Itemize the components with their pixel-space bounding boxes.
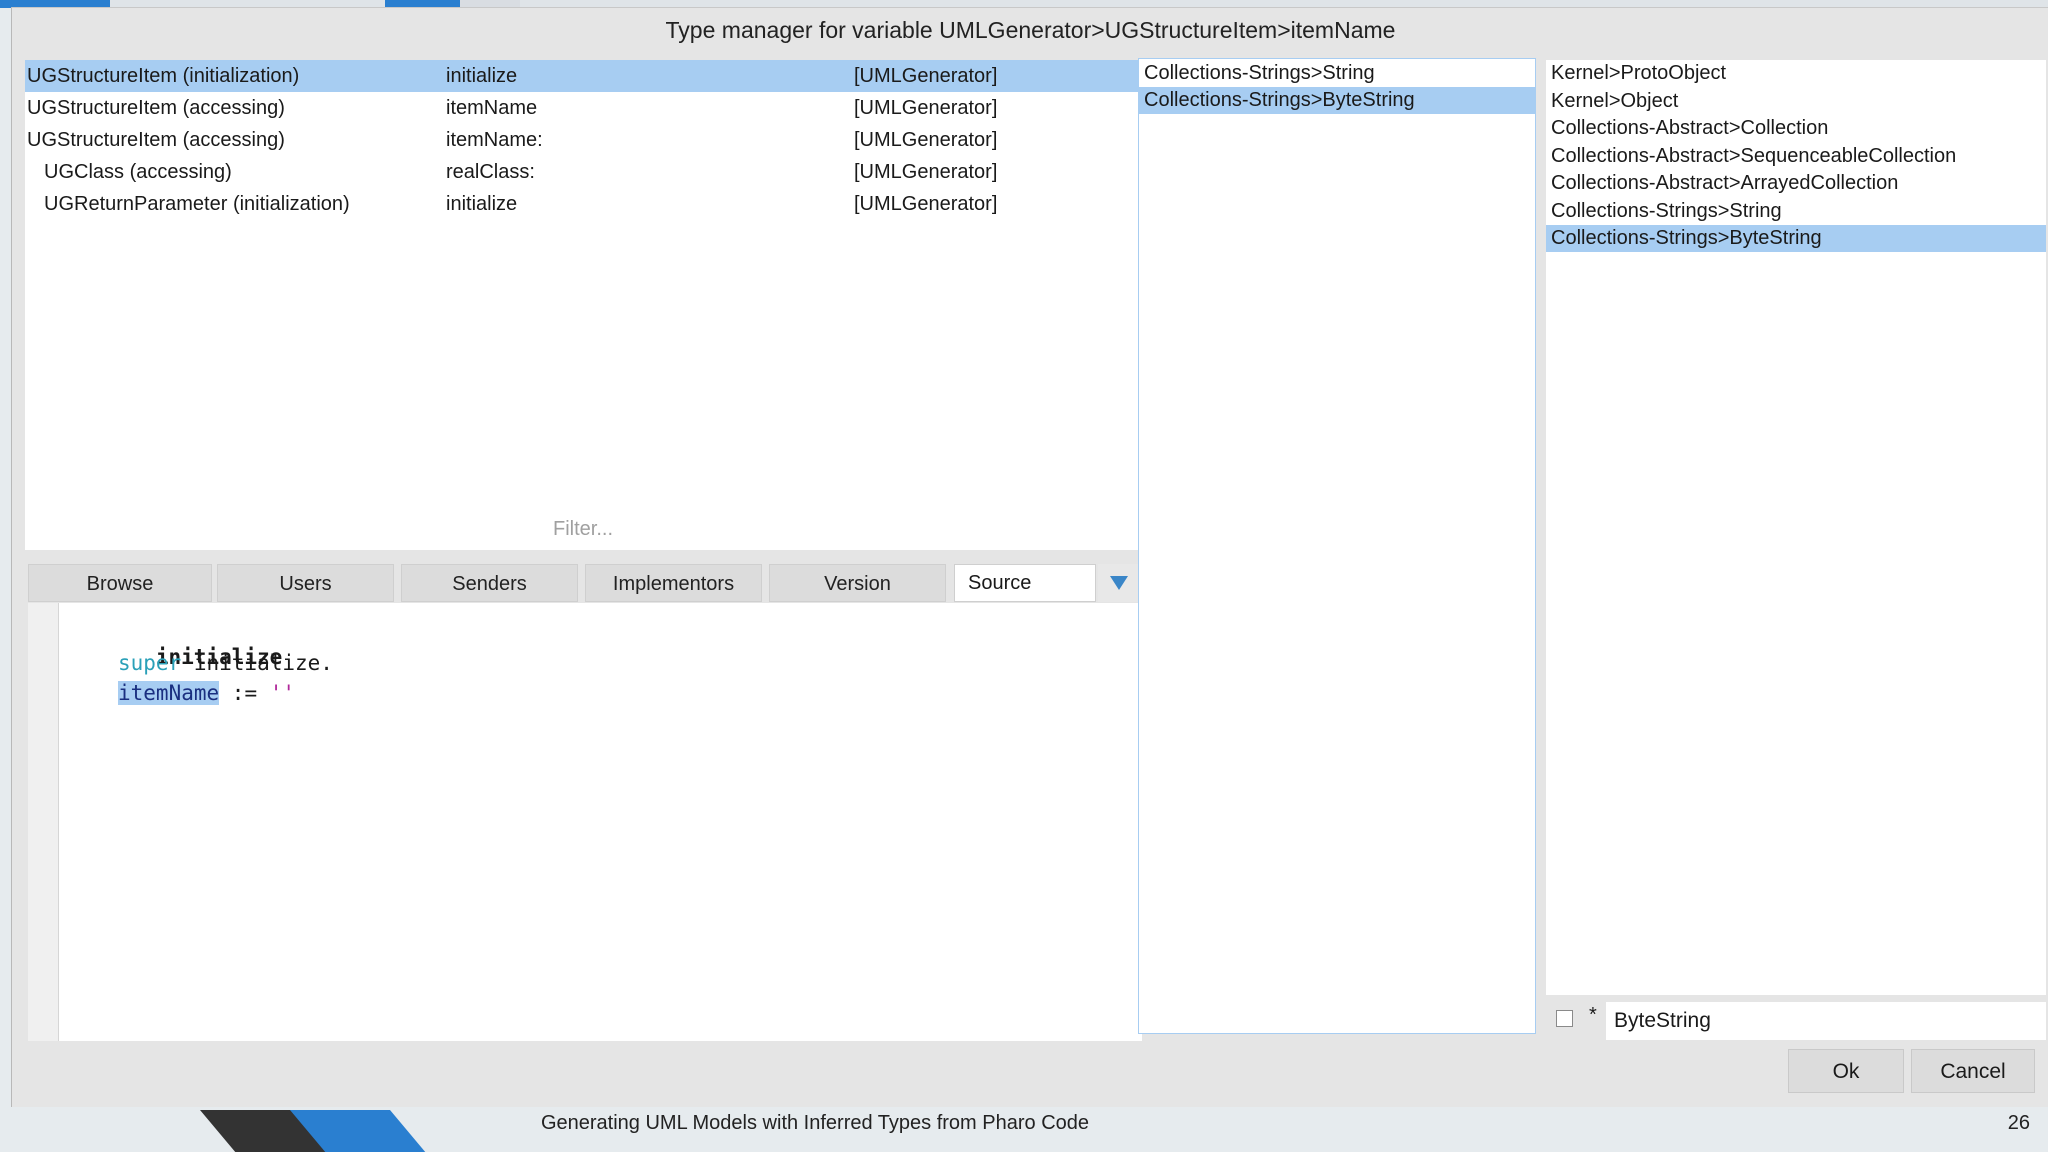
method-row[interactable]: UGStructureItem (accessing) itemName: [UML…: [25, 124, 1141, 156]
code-text: initialize.: [181, 651, 333, 675]
filter-field[interactable]: Filter...: [25, 518, 1141, 541]
method-package: [UMLGenerator]: [854, 97, 998, 119]
star-marker: *: [1589, 1004, 1597, 1026]
editor-gutter: [28, 603, 59, 1041]
method-row[interactable]: UGClass (accessing) realClass: [UMLGenerat…: [25, 156, 1141, 188]
type-input[interactable]: ByteString: [1606, 1002, 2046, 1040]
version-button[interactable]: Version: [769, 564, 946, 602]
methods-list[interactable]: UGReturnParameter (initialization) initia…: [25, 60, 1141, 550]
browse-button[interactable]: Browse: [28, 564, 212, 602]
method-package: [UMLGenerator]: [854, 161, 998, 183]
hierarchy-item[interactable]: Collections-Abstract>Collection: [1546, 115, 2046, 142]
code-line-2: super initialize.: [118, 651, 333, 675]
types-list[interactable]: Collections-Strings>String Collections-St…: [1138, 58, 1536, 1034]
users-button[interactable]: Users: [217, 564, 394, 602]
method-selector: realClass:: [446, 161, 535, 183]
source-select[interactable]: Source: [954, 564, 1096, 602]
assign-operator: :=: [219, 681, 270, 705]
type-item[interactable]: Collections-Strings>String: [1139, 60, 1535, 87]
hierarchy-item[interactable]: Collections-Abstract>SequenceableCollect…: [1546, 143, 2046, 170]
triangle-down-icon: [1110, 576, 1128, 590]
method-class: UGStructureItem (initialization): [27, 65, 300, 87]
code-editor[interactable]: initialize super initialize. itemName :=…: [28, 603, 1142, 1041]
type-manager-window: Type manager for variable UMLGenerator>U…: [11, 7, 2048, 1107]
type-item[interactable]: Collections-Strings>ByteString: [1139, 87, 1535, 114]
window-title: Type manager for variable UMLGenerator>U…: [665, 17, 1396, 43]
code-line-3: itemName := '': [118, 681, 295, 705]
selected-variable: itemName: [118, 681, 220, 705]
method-row[interactable]: UGStructureItem (accessing) itemName [UMLG…: [25, 92, 1141, 124]
keyword-super: super: [118, 651, 182, 675]
hierarchy-item[interactable]: Collections-Strings>String: [1546, 198, 2046, 225]
method-class: UGStructureItem (accessing): [27, 129, 285, 151]
hierarchy-item[interactable]: Kernel>ProtoObject: [1546, 60, 2046, 87]
hierarchy-item[interactable]: Collections-Strings>ByteString: [1546, 225, 2046, 252]
page-number: 26: [2007, 1112, 2030, 1134]
cancel-button[interactable]: Cancel: [1911, 1049, 2035, 1093]
type-checkbox[interactable]: [1556, 1010, 1573, 1027]
ok-button[interactable]: Ok: [1788, 1049, 1904, 1093]
class-hierarchy-list[interactable]: Kernel>ProtoObject Kernel>Object Collectio…: [1546, 60, 2046, 995]
hierarchy-item[interactable]: Collections-Abstract>ArrayedCollection: [1546, 170, 2046, 197]
implementors-button[interactable]: Implementors: [585, 564, 762, 602]
method-selector: itemName:: [446, 129, 543, 151]
footer-text: Generating UML Models with Inferred Type…: [540, 1112, 1090, 1134]
method-package: [UMLGenerator]: [854, 129, 998, 151]
method-package: [UMLGenerator]: [854, 65, 998, 87]
source-dropdown-button[interactable]: [1098, 564, 1140, 602]
method-selector: initialize: [446, 65, 518, 87]
senders-button[interactable]: Senders: [401, 564, 578, 602]
method-row[interactable]: UGStructureItem (initialization) initiali…: [25, 60, 1141, 92]
method-class: UGReturnParameter (initialization): [44, 193, 350, 215]
method-selector: initialize: [446, 193, 518, 215]
method-class: UGClass (accessing): [44, 161, 232, 183]
string-literal: '': [269, 681, 296, 705]
method-row[interactable]: UGReturnParameter (initialization) initia…: [25, 188, 1141, 220]
method-selector: itemName: [446, 97, 538, 119]
method-package: [UMLGenerator]: [854, 193, 998, 215]
hierarchy-item[interactable]: Kernel>Object: [1546, 88, 2046, 115]
method-class: UGStructureItem (accessing): [27, 97, 285, 119]
